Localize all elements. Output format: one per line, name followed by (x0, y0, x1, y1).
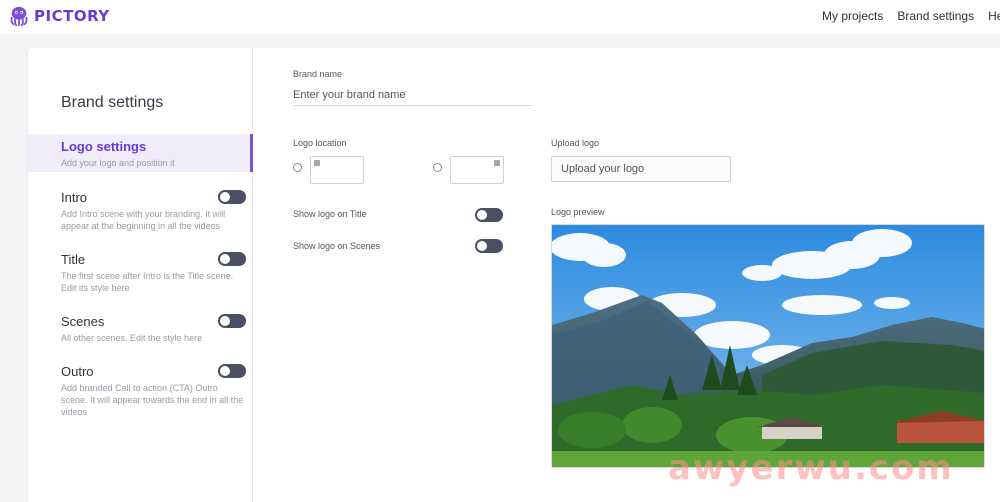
scenes-toggle[interactable] (218, 314, 246, 328)
position-marker (494, 160, 500, 166)
intro-toggle[interactable] (218, 190, 246, 204)
nav-my-projects[interactable]: My projects (822, 9, 883, 23)
upload-logo-label: Upload logo (551, 138, 600, 148)
brand-wordmark: PICTORY (34, 7, 110, 25)
sidebar-item-scenes[interactable]: Scenes All other scenes. Edit the style … (28, 314, 253, 344)
logo-top-left-radio[interactable] (293, 163, 302, 172)
top-nav: My projects Brand settings Help (822, 9, 1000, 23)
logo-position-top-right[interactable] (450, 156, 504, 184)
brand-name-input[interactable] (293, 84, 533, 106)
sidebar-item-desc: Add your logo and position it (61, 158, 175, 168)
logo-position-top-left[interactable] (310, 156, 364, 184)
brand-name-label: Brand name (293, 69, 343, 79)
sidebar-item-desc: The first scene after Intro is the Title… (61, 271, 234, 293)
settings-sidebar: Brand settings Logo settings Add your lo… (28, 48, 253, 502)
top-header: PICTORY My projects Brand settings Help (0, 0, 1000, 34)
logo-preview-label: Logo preview (551, 207, 605, 217)
mountain-landscape-image (552, 225, 984, 467)
upload-logo-input[interactable] (551, 156, 731, 182)
nav-help[interactable]: Help (988, 9, 1000, 23)
outro-toggle[interactable] (218, 364, 246, 378)
show-on-title-toggle[interactable] (475, 208, 503, 222)
logo-preview-image (551, 224, 985, 468)
sidebar-title: Brand settings (61, 94, 164, 111)
octopus-logo-icon (10, 6, 28, 27)
sidebar-item-desc: Add branded Call to action (CTA) Outro s… (61, 383, 244, 417)
settings-card: Brand settings Logo settings Add your lo… (28, 48, 1000, 502)
logo-top-right-radio[interactable] (433, 163, 442, 172)
position-marker (314, 160, 320, 166)
watermark-text: awyerwu.com (668, 448, 954, 488)
sidebar-item-desc: All other scenes. Edit the style here (61, 333, 203, 343)
show-on-title-label: Show logo on Title (293, 209, 367, 219)
sidebar-item-outro[interactable]: Outro Add branded Call to action (CTA) O… (28, 364, 253, 418)
show-on-scenes-toggle[interactable] (475, 239, 503, 253)
brand-logo[interactable]: PICTORY (8, 5, 110, 27)
sidebar-item-label: Logo settings (61, 139, 147, 154)
title-toggle[interactable] (218, 252, 246, 266)
sidebar-item-intro[interactable]: Intro Add Intro scene with your branding… (28, 190, 253, 232)
sidebar-item-title[interactable]: Title The first scene after Intro is the… (28, 252, 253, 294)
nav-brand-settings[interactable]: Brand settings (897, 9, 974, 23)
logo-location-label: Logo location (293, 138, 347, 148)
sidebar-item-desc: Add Intro scene with your branding. It w… (61, 209, 226, 231)
sidebar-item-logo-settings[interactable]: Logo settings Add your logo and position… (28, 134, 253, 172)
show-on-scenes-label: Show logo on Scenes (293, 241, 381, 251)
